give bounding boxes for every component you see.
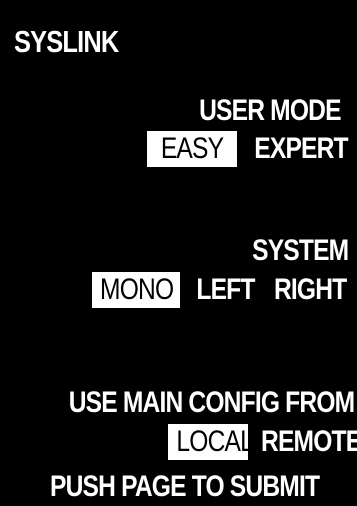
system-option-right[interactable]: RIGHT — [266, 272, 350, 308]
system-option-mono[interactable]: MONO — [92, 272, 180, 308]
user-mode-label: USER MODE — [199, 94, 341, 127]
main-config-option-local-text: LOCAL — [176, 425, 253, 458]
system-option-left[interactable]: LEFT — [190, 272, 260, 308]
system-option-right-text: RIGHT — [273, 273, 347, 306]
system-label: SYSTEM — [251, 234, 349, 267]
screen: SYSLINK USER MODE EASY EXPERT SYSTEM MON… — [0, 0, 357, 506]
main-config-option-remote-text: REMOTE — [261, 425, 357, 458]
system-option-mono-text: MONO — [100, 273, 174, 306]
main-config-option-remote[interactable]: REMOTE — [250, 424, 357, 460]
submit-hint: PUSH PAGE TO SUBMIT — [50, 470, 320, 503]
app-title: SYSLINK — [14, 24, 119, 59]
system-option-left-text: LEFT — [196, 273, 255, 306]
user-mode-option-easy-text: EASY — [160, 132, 224, 165]
user-mode-option-expert[interactable]: EXPERT — [244, 131, 350, 167]
main-config-option-local[interactable]: LOCAL — [168, 424, 254, 460]
user-mode-option-expert-text: EXPERT — [254, 132, 348, 165]
main-config-label: USE MAIN CONFIG FROM — [68, 386, 354, 419]
user-mode-option-easy[interactable]: EASY — [147, 131, 237, 167]
